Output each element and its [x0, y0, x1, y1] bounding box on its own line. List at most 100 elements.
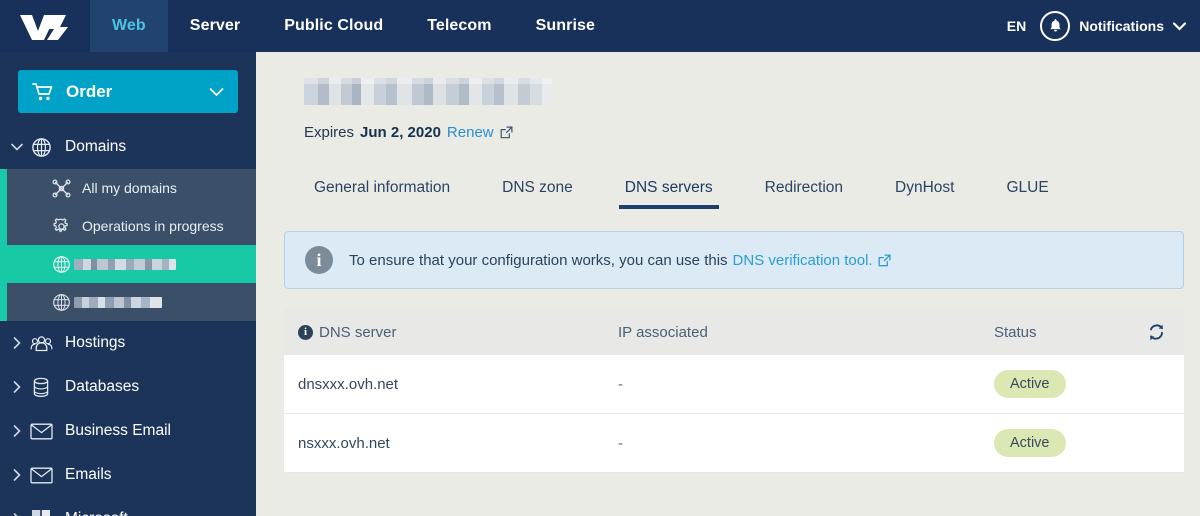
renew-link[interactable]: Renew — [447, 124, 494, 141]
tab-label: GLUE — [1006, 179, 1049, 196]
dns-servers-panel: i To ensure that your configuration work… — [256, 209, 1200, 473]
sidebar-item-label: Microsoft — [65, 510, 128, 516]
tab-label: DNS zone — [502, 179, 573, 196]
bell-icon — [1040, 11, 1071, 41]
sidebar-item-operations-in-progress[interactable]: Operations in progress — [0, 207, 256, 245]
sidebar-item-emails[interactable]: Emails — [0, 453, 256, 497]
notifications-menu[interactable]: Notifications — [1040, 11, 1186, 41]
sidebar-item-domain-selected[interactable] — [0, 245, 256, 283]
domains-submenu: All my domains Operations in progress — [0, 169, 256, 321]
content-tabs: General information DNS zone DNS servers… — [256, 163, 1200, 209]
nav-tab-server[interactable]: Server — [168, 0, 262, 52]
chevron-right-icon — [8, 381, 26, 393]
table-row[interactable]: nsxxx.ovh.net - Active — [284, 414, 1184, 473]
nav-tab-label: Public Cloud — [284, 17, 384, 34]
expiry-date: Jun 2, 2020 — [360, 124, 441, 141]
sidebar-item-business-email[interactable]: Business Email — [0, 409, 256, 453]
chevron-down-icon — [209, 87, 224, 96]
topbar-right-actions: EN Notifications — [1007, 0, 1200, 52]
windows-icon — [26, 509, 56, 516]
sidebar: Order Domains All my domains Operations … — [0, 52, 256, 516]
sidebar-item-label: Domains — [65, 138, 127, 155]
primary-nav-tabs: Web Server Public Cloud Telecom Sunrise — [90, 0, 617, 52]
chevron-down-icon — [1173, 21, 1186, 31]
globe-icon — [48, 255, 74, 274]
nav-tab-label: Web — [112, 17, 146, 34]
nav-tab-public-cloud[interactable]: Public Cloud — [262, 0, 405, 52]
sidebar-item-domains[interactable]: Domains — [0, 125, 256, 169]
sidebar-item-all-my-domains[interactable]: All my domains — [0, 169, 256, 207]
cell-status: Active — [994, 429, 1166, 457]
info-icon: i — [305, 246, 333, 274]
status-badge: Active — [994, 370, 1066, 398]
tab-general-information[interactable]: General information — [288, 179, 476, 209]
info-banner-text: To ensure that your configuration works,… — [349, 252, 891, 269]
tab-redirection[interactable]: Redirection — [739, 179, 869, 209]
sidebar-item-label: Business Email — [65, 422, 171, 439]
order-button-label: Order — [66, 81, 113, 101]
cell-ip-associated: - — [618, 434, 623, 452]
sidebar-item-label: Databases — [65, 378, 140, 395]
nav-tab-sunrise[interactable]: Sunrise — [514, 0, 617, 52]
language-selector[interactable]: EN — [1007, 18, 1026, 34]
external-link-icon[interactable] — [500, 126, 513, 139]
dns-verification-tool-link[interactable]: DNS verification tool. — [733, 252, 873, 269]
dns-servers-table: i DNS server IP associated Status dnsxxx… — [284, 309, 1184, 473]
sidebar-item-databases[interactable]: Databases — [0, 365, 256, 409]
content-header: Expires Jun 2, 2020 Renew — [256, 52, 1200, 141]
cell-status: Active — [994, 370, 1166, 398]
cell-ip-associated: - — [618, 375, 623, 393]
notifications-label: Notifications — [1079, 18, 1164, 34]
status-badge: Active — [994, 429, 1066, 457]
tab-label: Redirection — [764, 179, 844, 196]
column-header-ip-associated: IP associated — [618, 323, 708, 341]
tab-dns-zone[interactable]: DNS zone — [476, 179, 599, 209]
ovh-logo-icon — [20, 15, 68, 40]
order-button[interactable]: Order — [18, 70, 238, 113]
tab-label: General information — [314, 179, 451, 196]
chevron-right-icon — [8, 425, 26, 437]
info-icon[interactable]: i — [298, 324, 313, 340]
database-icon — [26, 377, 56, 398]
main-content: Expires Jun 2, 2020 Renew General inform… — [256, 52, 1200, 516]
cell-dns-server: nsxxx.ovh.net — [298, 434, 390, 452]
sidebar-item-label: Hostings — [65, 334, 126, 351]
nodes-icon — [48, 178, 74, 198]
users-icon — [26, 334, 56, 353]
cell-dns-server: dnsxxx.ovh.net — [298, 375, 399, 393]
ovh-logo[interactable] — [0, 0, 90, 52]
tab-label: DynHost — [895, 179, 955, 196]
nav-tab-label: Server — [189, 17, 241, 34]
gear-icon — [48, 217, 74, 236]
tab-dns-servers[interactable]: DNS servers — [599, 179, 739, 209]
expires-label: Expires — [304, 124, 355, 141]
table-row[interactable]: dnsxxx.ovh.net - Active — [284, 355, 1184, 414]
cart-icon — [32, 82, 53, 100]
top-navigation-bar: Web Server Public Cloud Telecom Sunrise … — [0, 0, 1200, 52]
expiry-line: Expires Jun 2, 2020 Renew — [304, 124, 1200, 141]
envelope-icon — [26, 423, 56, 440]
app-window: Web Server Public Cloud Telecom Sunrise … — [0, 0, 1200, 516]
column-header-status: Status — [994, 323, 1037, 341]
bell-glyph-icon — [1050, 19, 1061, 32]
chevron-down-icon — [8, 143, 26, 151]
info-banner: i To ensure that your configuration work… — [284, 231, 1184, 289]
tab-glue[interactable]: GLUE — [980, 179, 1074, 209]
tab-dynhost[interactable]: DynHost — [869, 179, 980, 209]
globe-icon — [48, 293, 74, 312]
external-link-icon[interactable] — [878, 253, 891, 267]
envelope-icon — [26, 467, 56, 484]
sidebar-item-hostings[interactable]: Hostings — [0, 321, 256, 365]
sidebar-subitem-label-redacted — [74, 258, 176, 270]
sidebar-subitem-label: Operations in progress — [82, 218, 224, 234]
globe-icon — [26, 137, 56, 158]
nav-tab-telecom[interactable]: Telecom — [405, 0, 513, 52]
info-banner-message: To ensure that your configuration works,… — [349, 251, 728, 269]
sidebar-item-domain-other[interactable] — [0, 283, 256, 321]
sidebar-item-microsoft[interactable]: Microsoft — [0, 497, 256, 516]
table-header-row: i DNS server IP associated Status — [284, 309, 1184, 355]
nav-tab-label: Telecom — [427, 17, 492, 34]
nav-tab-web[interactable]: Web — [90, 0, 168, 52]
chevron-right-icon — [8, 337, 26, 349]
refresh-icon[interactable] — [1136, 323, 1166, 342]
